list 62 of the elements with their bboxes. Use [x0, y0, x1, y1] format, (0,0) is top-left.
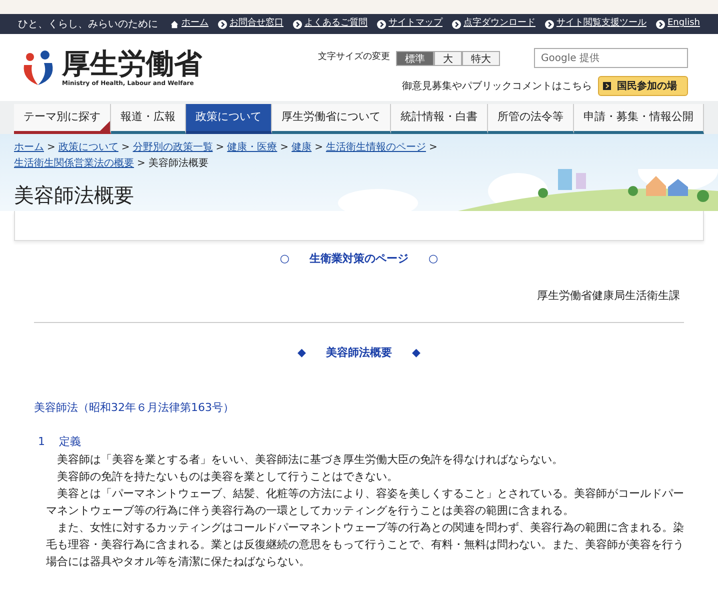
search-field[interactable]: Google 提供 — [534, 48, 688, 68]
breadcrumb-link[interactable]: 分野別の政策一覧 — [132, 142, 213, 153]
nav-tab[interactable]: 政策について — [186, 104, 272, 134]
nav-tab[interactable]: 申請・募集・情報公開 — [574, 104, 704, 134]
breadcrumb-separator: > — [121, 142, 130, 153]
circle-mark: ○ — [280, 251, 290, 267]
breadcrumb-link[interactable]: 生活衛生関係営業法の概要 — [14, 158, 134, 169]
font-size-button[interactable]: 特大 — [462, 50, 500, 66]
arrow-circle-icon — [544, 20, 554, 28]
breadcrumb-separator: > — [428, 142, 438, 153]
top-link[interactable]: よくあるご質問 — [292, 17, 368, 31]
logo-title: 厚生労働省 — [62, 48, 202, 78]
arrow-circle-icon — [376, 20, 386, 28]
nav-tab[interactable]: 報道・広報 — [111, 104, 186, 134]
breadcrumb-link[interactable]: 健康 — [292, 142, 312, 153]
arrow-circle-icon — [218, 20, 226, 28]
breadcrumb-separator: > — [137, 158, 146, 169]
paragraph: また、女性に対するカッティングはコールドパーマネントウェーブ等の行為との関連を問わず、美容行為の範囲に含まれる。染毛も理容・美容行為に含まれる。業とは反復継続の意思をもって行うことで、有料・無料は問わない。また、美容師が美容を行う場合には器具やタオル等を清潔に保たねばならない。 — [46, 520, 684, 570]
law-title: 美容師法（昭和32年６月法律第163号） — [34, 400, 235, 416]
breadcrumb-separator: > — [216, 142, 224, 153]
nav-tab[interactable]: 厚生労働省について — [272, 104, 391, 134]
breadcrumb-separator: > — [314, 142, 323, 153]
item-number: 1 — [38, 434, 45, 450]
diamond-mark: ◆ — [298, 345, 306, 361]
font-size-button[interactable]: 大 — [434, 50, 462, 66]
paragraph: 美容師の免許を持たないものは美容を業として行うことはできない。 — [56, 468, 399, 484]
participation-button[interactable]: 国民参加の場 — [598, 76, 688, 96]
font-size-label: 文字サイズの変更 — [318, 51, 390, 64]
breadcrumb-link[interactable]: 生活衛生情報のページ — [326, 142, 426, 153]
paragraph: 美容師は「美容を業とする者」をいい、美容師法に基づき厚生労働大臣の免許を得なければならない。 — [56, 452, 564, 468]
top-link[interactable]: サイト閲覧支援ツール — [544, 17, 646, 31]
breadcrumb-current: 美容師法概要 — [148, 158, 208, 169]
corner-arrow-icon — [100, 121, 110, 131]
bureau-name: 厚生労働省健康局生活衛生課 — [537, 288, 680, 304]
top-link[interactable]: サイトマップ — [376, 17, 442, 31]
top-link[interactable]: お問合せ窓口 — [218, 17, 284, 31]
arrow-circle-icon — [452, 20, 460, 28]
tagline: ひと、くらし、みらいのために — [18, 18, 158, 32]
top-link[interactable]: 点字ダウンロード — [452, 17, 536, 31]
arrow-circle-icon — [656, 20, 664, 28]
paragraph: 美容とは「パーマネントウェーブ、結髪、化粧等の方法により、容姿を美しくすること」とされている。美容師がコールドパーマネントウェーブ等の行為に伴う美容行為の一環としてカッティングを行うことは美容の範囲に含まれる。 — [46, 486, 684, 518]
nav-tab[interactable]: 所管の法令等 — [488, 104, 574, 134]
font-size-button[interactable]: 標準 — [396, 50, 434, 66]
breadcrumb-link[interactable]: 健康・医療 — [227, 142, 278, 153]
breadcrumb-link[interactable]: 政策について — [58, 142, 118, 153]
section-heading: 美容師法概要 — [326, 345, 392, 361]
top-link[interactable]: ホーム — [170, 17, 208, 31]
page-title: 美容師法概要 — [14, 182, 134, 209]
public-comment-text: 御意見募集やパブリックコメントはこちら — [402, 80, 592, 94]
breadcrumb-link[interactable]: ホーム — [14, 142, 44, 153]
page-link[interactable]: 生衛業対策のページ — [310, 251, 408, 268]
breadcrumb-separator: > — [47, 142, 56, 153]
item-title: 定義 — [59, 434, 81, 450]
diamond-mark: ◆ — [412, 345, 420, 361]
arrow-square-icon — [603, 82, 611, 90]
nav-tab[interactable]: テーマ別に探す — [14, 104, 111, 134]
top-link[interactable]: English — [656, 17, 700, 31]
home-icon — [170, 20, 178, 28]
breadcrumb-separator: > — [280, 142, 289, 153]
circle-mark: ○ — [428, 251, 438, 267]
nav-tab[interactable]: 統計情報・白書 — [391, 104, 488, 134]
arrow-circle-icon — [292, 20, 302, 28]
